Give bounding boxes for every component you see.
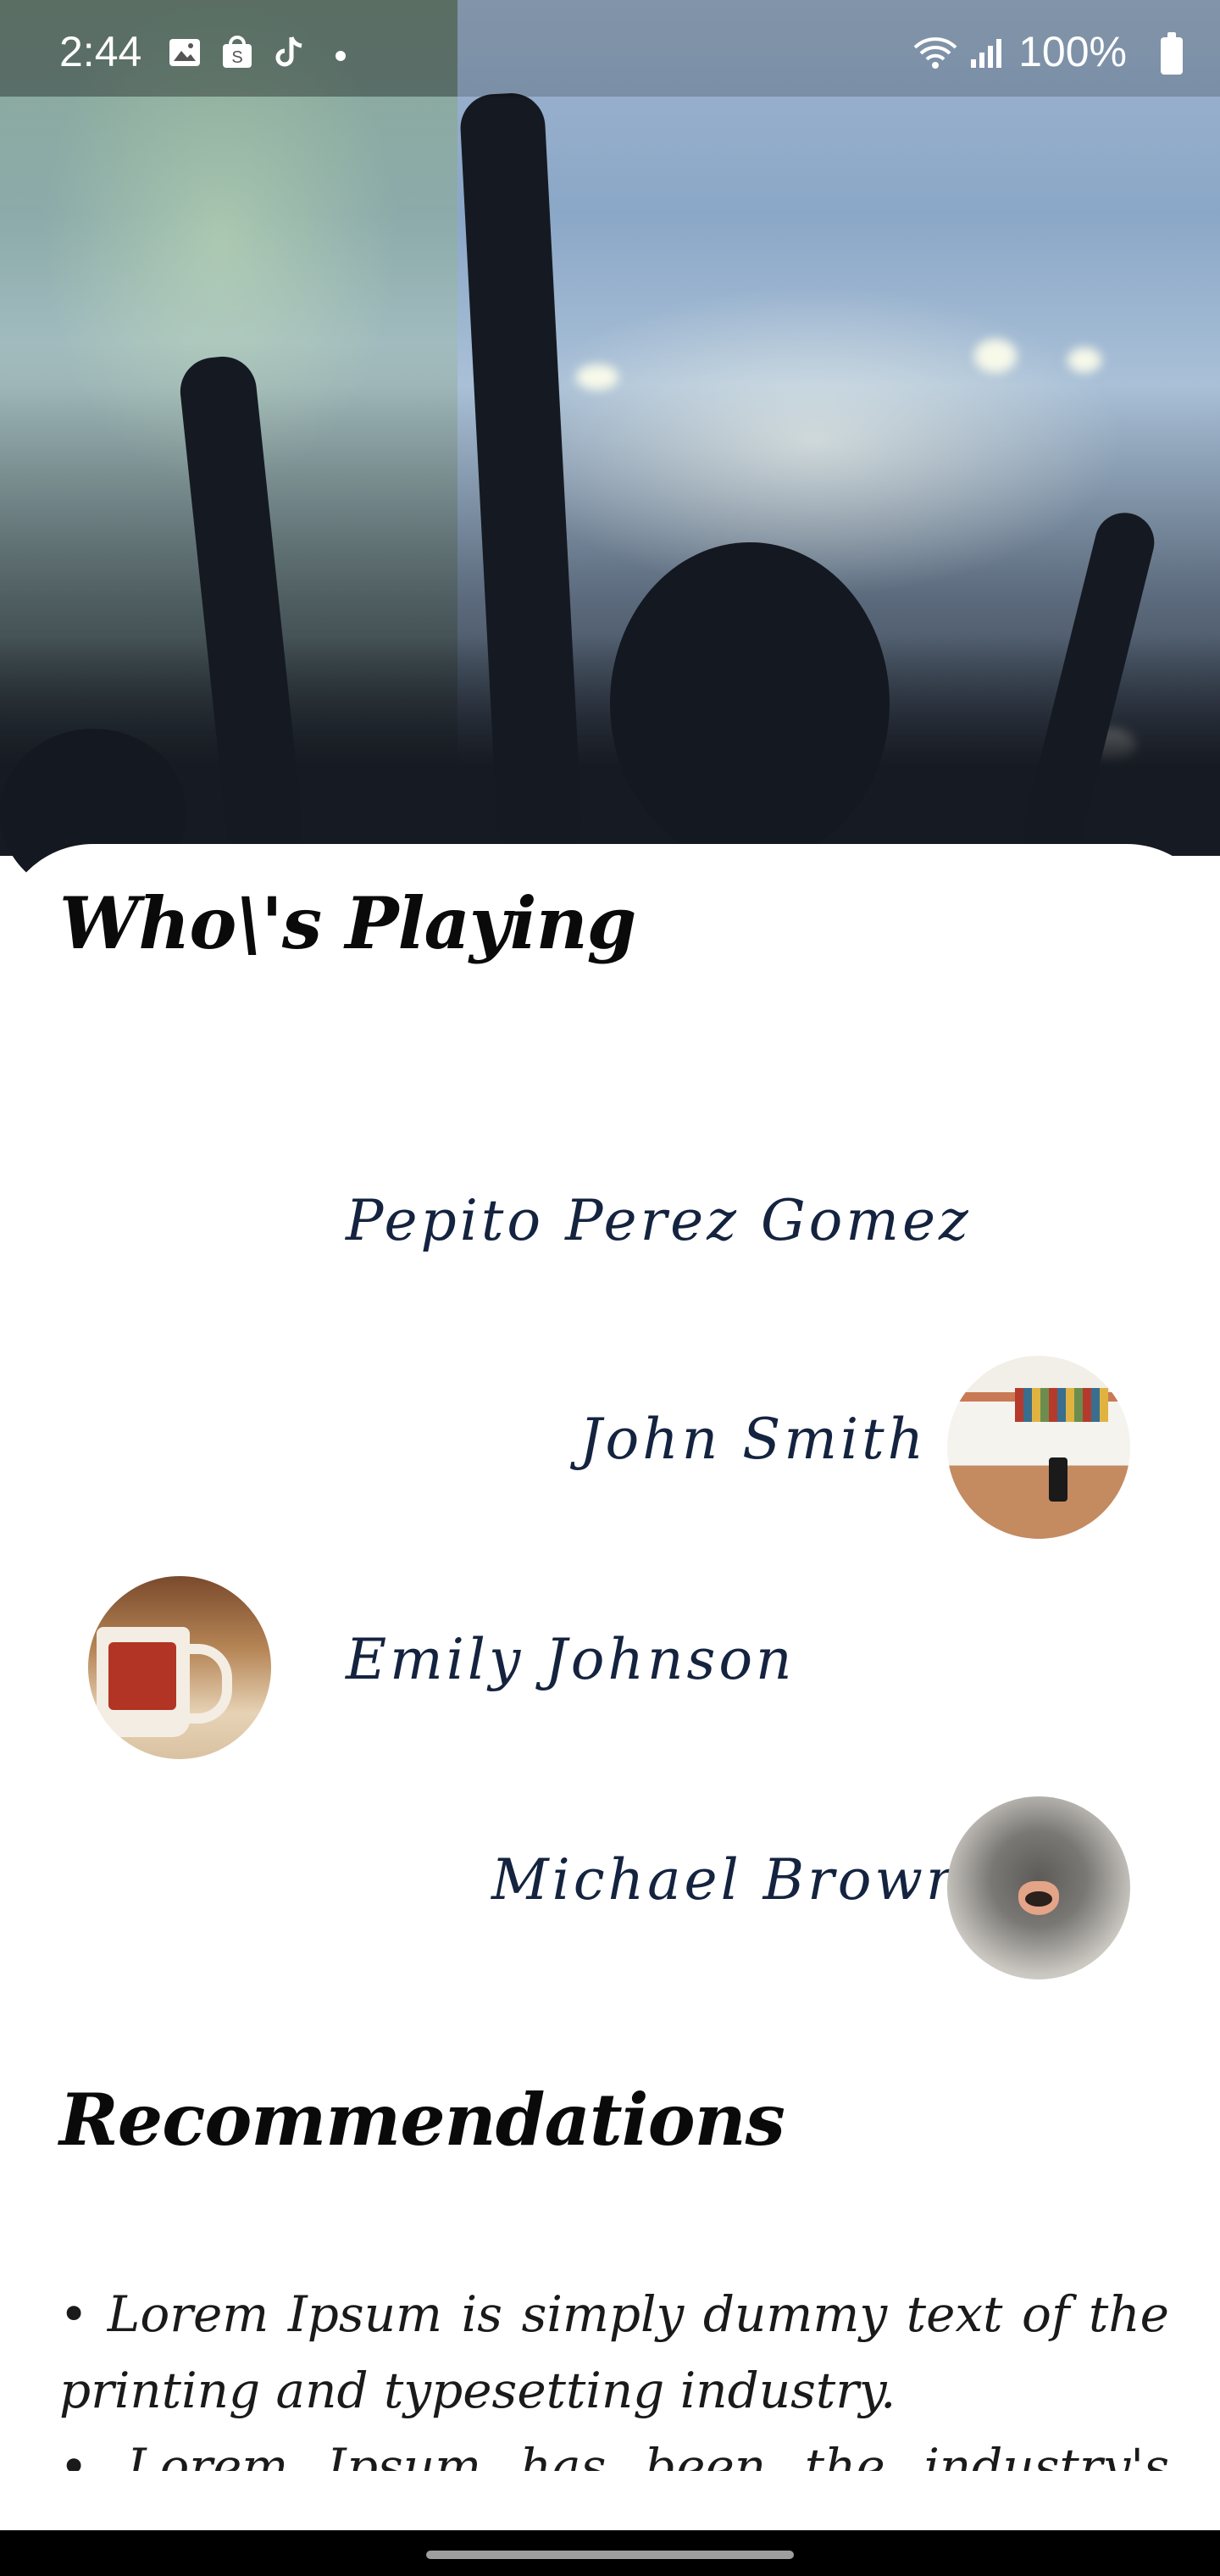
- home-gesture-handle[interactable]: [426, 2551, 794, 2559]
- notification-dot: [336, 51, 346, 61]
- player-name[interactable]: Michael Brown: [491, 1847, 965, 1913]
- svg-text:S: S: [231, 48, 242, 67]
- stage-light: [1068, 347, 1101, 373]
- gallery-icon: [169, 39, 200, 66]
- tiktok-icon: [275, 36, 302, 67]
- recommendation-item: • Lorem Ipsum has been the industry's st…: [59, 2438, 1169, 2471]
- player-name[interactable]: Emily Johnson: [346, 1627, 796, 1692]
- avatar-detail: [183, 1644, 232, 1724]
- battery-percentage: 100%: [1018, 28, 1127, 75]
- content-sheet: Who\'s Playing Pepito Perez Gomez John S…: [0, 844, 1220, 2530]
- signal-icon: [971, 39, 1001, 68]
- stage-light: [576, 364, 618, 390]
- head-silhouette: [610, 542, 890, 864]
- wifi-icon: [913, 37, 957, 69]
- status-bar: 2:44 S 100%: [0, 0, 1220, 97]
- navigation-bar: [0, 2530, 1220, 2576]
- player-name[interactable]: John Smith: [580, 1407, 927, 1472]
- avatar-detail: [97, 1627, 190, 1737]
- recommendations-list: • Lorem Ipsum is simply dummy text of th…: [59, 2276, 1169, 2471]
- whos-playing-title: Who\'s Playing: [59, 881, 636, 965]
- player-name[interactable]: Pepito Perez Gomez: [346, 1188, 972, 1253]
- shop-icon: S: [223, 36, 252, 68]
- avatar-detail: [1049, 1457, 1068, 1502]
- hero-concert-image: [0, 0, 1220, 898]
- status-time: 2:44: [59, 28, 142, 75]
- avatar-detail: [1018, 1881, 1059, 1915]
- avatar-detail: [1015, 1388, 1108, 1422]
- player-avatar[interactable]: [88, 1576, 271, 1759]
- stage-light: [974, 339, 1017, 373]
- recommendations-title: Recommendations: [59, 2078, 785, 2162]
- player-avatar[interactable]: [947, 1356, 1130, 1539]
- battery-icon: [1161, 32, 1183, 75]
- recommendation-item: • Lorem Ipsum is simply dummy text of th…: [59, 2285, 1169, 2419]
- player-avatar[interactable]: [947, 1796, 1130, 1979]
